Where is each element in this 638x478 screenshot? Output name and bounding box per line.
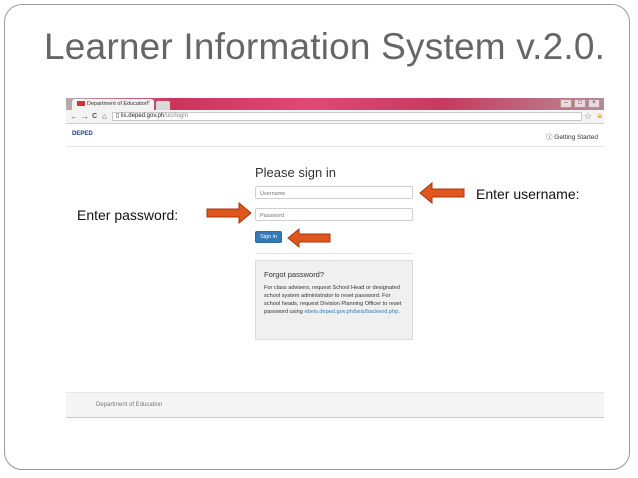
forgot-password-text: For class advisers, request School Head … — [264, 285, 404, 317]
deped-logo[interactable]: DEPED — [72, 131, 93, 137]
divider — [255, 253, 413, 254]
window-controls: – □ × — [560, 99, 600, 108]
tab-title: Department of Education — [87, 101, 148, 107]
maximize-button[interactable]: □ — [574, 99, 586, 108]
ebeis-link[interactable]: ebeis.deped.gov.ph/beis/backend.php — [304, 309, 398, 315]
browser-tab[interactable]: Department of Education × — [72, 99, 154, 110]
favicon-icon — [77, 101, 85, 106]
username-input[interactable] — [255, 186, 413, 199]
reload-icon[interactable]: C — [92, 112, 97, 121]
signin-title: Please sign in — [255, 165, 336, 180]
close-window-button[interactable]: × — [588, 99, 600, 108]
getting-started-link[interactable]: ⓘ Getting Started — [546, 131, 598, 141]
minimize-button[interactable]: – — [560, 99, 572, 108]
url-path: /uis/login — [164, 113, 188, 119]
username-callout: Enter username: — [476, 186, 580, 202]
browser-toolbar: ← → C ⌂ ▯ lis.deped.gov.ph/uis/login ☆ ≡ — [66, 110, 604, 124]
period: . — [398, 308, 400, 315]
site-navbar: DEPED ⓘ Getting Started — [66, 124, 604, 147]
password-arrow-icon — [206, 201, 252, 225]
password-input[interactable] — [255, 208, 413, 221]
signin-arrow-icon — [287, 227, 331, 249]
back-arrow-icon[interactable]: ← — [70, 112, 78, 121]
forgot-password-title: Forgot password? — [264, 270, 325, 279]
url-host: lis.deped.gov.ph — [120, 113, 165, 119]
new-tab-button[interactable] — [156, 101, 170, 110]
bookmark-star-icon[interactable]: ☆ — [584, 111, 592, 122]
signin-button[interactable]: Sign in — [255, 231, 282, 243]
forward-arrow-icon[interactable]: → — [81, 112, 89, 121]
site-footer: Department of Education — [66, 392, 604, 418]
browser-tab-bar: Department of Education × – □ × — [66, 98, 604, 110]
footer-text: Department of Education — [96, 402, 163, 408]
getting-started-label: Getting Started — [554, 134, 598, 141]
forgot-password-panel: Forgot password? For class advisers, req… — [255, 260, 413, 340]
tab-close-icon[interactable]: × — [146, 100, 150, 106]
password-callout: Enter password: — [77, 207, 179, 223]
menu-icon[interactable]: ≡ — [597, 112, 602, 121]
username-arrow-icon — [419, 181, 465, 205]
slide-title: Learner Information System v.2.0. — [44, 26, 606, 67]
address-bar[interactable]: ▯ lis.deped.gov.ph/uis/login — [112, 112, 582, 121]
browser-screenshot: Department of Education × – □ × ← → C ⌂ … — [66, 98, 604, 420]
home-icon[interactable]: ⌂ — [102, 112, 107, 121]
